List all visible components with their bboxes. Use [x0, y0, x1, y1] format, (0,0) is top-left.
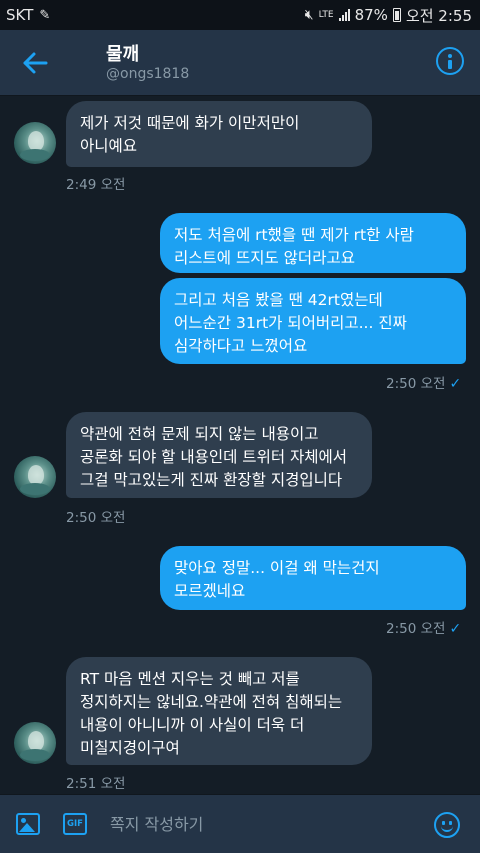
outgoing-message[interactable]: 그리고 처음 봤을 땐 42rt였는데 어느순간 31rt가 되어버리고... … — [160, 278, 466, 364]
info-icon — [448, 54, 452, 58]
message-timestamp: 2:50 오전 ✓ — [386, 372, 461, 392]
message-line: 리스트에 뜨지도 않더라고요 — [174, 249, 355, 267]
info-icon-bar — [448, 60, 452, 69]
emoji-button[interactable] — [434, 812, 460, 838]
incoming-message[interactable]: 제가 저것 때문에 화가 이만저만이 아니예요 — [66, 101, 372, 167]
avatar[interactable] — [14, 722, 56, 764]
outgoing-message[interactable]: 저도 처음에 rt했을 땐 제가 rt한 사람 리스트에 뜨지도 않더라고요 — [160, 213, 466, 273]
mute-icon: 🔇︎ — [304, 7, 314, 23]
message-line: 어느순간 31rt가 되어버리고... 진짜 — [174, 314, 407, 332]
gif-icon: GIF — [67, 819, 83, 829]
conversation-name: 물깨 — [106, 44, 140, 65]
incoming-message[interactable]: 약관에 전혀 문제 되지 않는 내용이고 공론화 되야 할 내용인데 트위터 자… — [66, 412, 372, 498]
emoji-icon-mouth — [441, 825, 453, 832]
message-line: 아니예요 — [80, 137, 138, 155]
message-line: 공론화 되야 할 내용인데 트위터 자체에서 — [80, 448, 348, 466]
message-line: 그리고 처음 봤을 땐 42rt였는데 — [174, 291, 383, 309]
message-line: 약관에 전혀 문제 되지 않는 내용이고 — [80, 425, 319, 443]
timestamp-text: 2:50 오전 — [386, 621, 446, 637]
conversation-handle: @ongs1818 — [106, 66, 190, 82]
message-line: 제가 저것 때문에 화가 이만저만이 — [80, 114, 300, 132]
battery-icon — [392, 8, 401, 22]
info-button[interactable] — [436, 47, 464, 75]
signal-icon — [338, 9, 350, 21]
image-button[interactable] — [16, 813, 40, 835]
message-line: 내용이 아니니까 이 사실이 더욱 더 — [80, 716, 305, 734]
message-line: 맞아요 정말... 이걸 왜 막는건지 — [174, 559, 380, 577]
message-list[interactable]: 제가 저것 때문에 화가 이만저만이 아니예요 2:49 오전 저도 처음에 r… — [0, 97, 480, 793]
notification-icon: ✎ — [39, 7, 51, 23]
status-left: SKT ✎ — [6, 6, 50, 24]
read-check-icon: ✓ — [449, 621, 462, 637]
avatar[interactable] — [14, 456, 56, 498]
message-composer: GIF 쪽지 작성하기 — [0, 794, 480, 853]
message-input[interactable]: 쪽지 작성하기 — [96, 805, 416, 845]
timestamp-text: 2:50 오전 — [386, 376, 446, 392]
message-line: RT 마음 멘션 지우는 것 빼고 저를 — [80, 670, 300, 688]
read-check-icon: ✓ — [449, 376, 462, 392]
back-arrow-icon — [23, 52, 48, 74]
image-icon-mountain — [19, 823, 35, 832]
battery-percent: 87% — [354, 6, 388, 24]
status-right: 🔇︎ LTE 87% 오전 2:55 — [305, 5, 472, 26]
message-line: 심각하다고 느꼈어요 — [174, 337, 308, 355]
carrier-label: SKT — [6, 6, 34, 24]
message-input-placeholder: 쪽지 작성하기 — [110, 815, 204, 834]
status-bar: SKT ✎ 🔇︎ LTE 87% 오전 2:55 — [0, 0, 480, 30]
incoming-message[interactable]: RT 마음 멘션 지우는 것 빼고 저를 정지하지는 않네요.약관에 전혀 침해… — [66, 657, 372, 765]
message-line: 미칠지경이구여 — [80, 739, 180, 757]
clock: 오전 2:55 — [405, 6, 472, 25]
gif-button[interactable]: GIF — [63, 813, 87, 835]
message-timestamp: 2:49 오전 — [66, 177, 126, 193]
message-line: 그걸 막고있는게 진짜 환장할 지경입니다 — [80, 471, 343, 489]
message-timestamp: 2:51 오전 — [66, 776, 126, 792]
message-line: 저도 처음에 rt했을 땐 제가 rt한 사람 — [174, 226, 414, 244]
message-line: 모르겠네요 — [174, 582, 246, 600]
message-timestamp: 2:50 오전 ✓ — [386, 617, 461, 637]
message-line: 정지하지는 않네요.약관에 전혀 침해되는 — [80, 693, 343, 711]
avatar[interactable] — [14, 122, 56, 164]
message-timestamp: 2:50 오전 — [66, 510, 126, 526]
lte-icon: LTE — [318, 9, 334, 20]
back-button[interactable] — [20, 48, 52, 78]
outgoing-message[interactable]: 맞아요 정말... 이걸 왜 막는건지 모르겠네요 — [160, 546, 466, 610]
conversation-header: 물깨 @ongs1818 — [0, 30, 480, 96]
